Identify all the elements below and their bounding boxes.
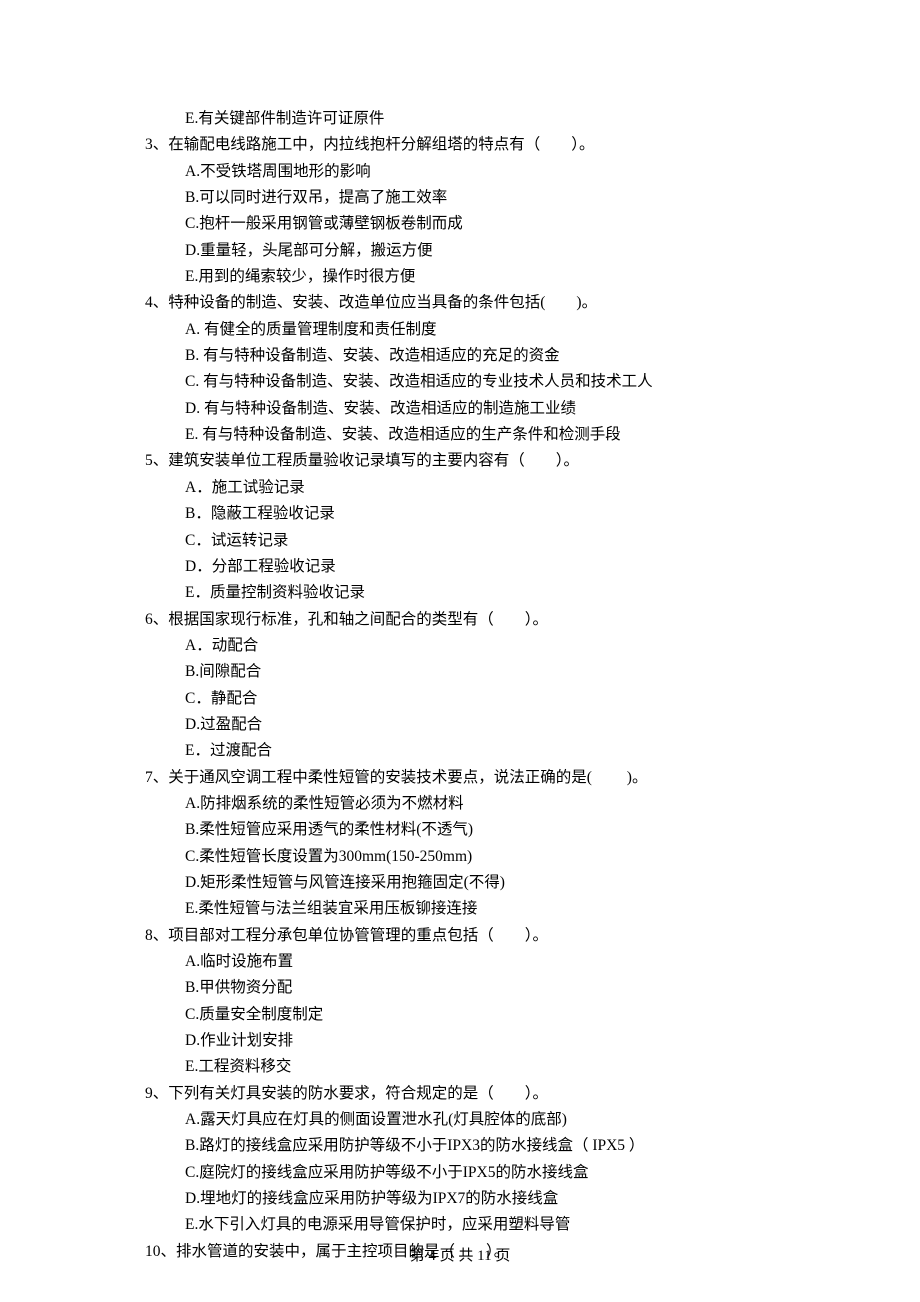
option-line: E．过渡配合 <box>145 738 775 764</box>
page-footer: 第 4 页 共 11 页 <box>0 1244 920 1270</box>
option-line: E.工程资料移交 <box>145 1054 775 1080</box>
document-page: E.有关键部件制造许可证原件3、在输配电线路施工中，内拉线抱杆分解组塔的特点有（… <box>0 0 920 1265</box>
option-line: C.庭院灯的接线盒应采用防护等级不小于IPX5的防水接线盒 <box>145 1160 775 1186</box>
option-line: B. 有与特种设备制造、安装、改造相适应的充足的资金 <box>145 343 775 369</box>
option-line: C.质量安全制度制定 <box>145 1002 775 1028</box>
question-line: 6、根据国家现行标准，孔和轴之间配合的类型有（ ）。 <box>145 607 775 633</box>
option-line: A.临时设施布置 <box>145 949 775 975</box>
option-line: D.过盈配合 <box>145 712 775 738</box>
question-line: 3、在输配电线路施工中，内拉线抱杆分解组塔的特点有（ ）。 <box>145 132 775 158</box>
option-line: A.露天灯具应在灯具的侧面设置泄水孔(灯具腔体的底部) <box>145 1107 775 1133</box>
option-line: A．动配合 <box>145 633 775 659</box>
option-line: B.间隙配合 <box>145 659 775 685</box>
option-line: E．质量控制资料验收记录 <box>145 580 775 606</box>
option-line: A.不受铁塔周围地形的影响 <box>145 159 775 185</box>
question-line: 8、项目部对工程分承包单位协管管理的重点包括（ ）。 <box>145 923 775 949</box>
option-line: C. 有与特种设备制造、安装、改造相适应的专业技术人员和技术工人 <box>145 369 775 395</box>
option-line: D.埋地灯的接线盒应采用防护等级为IPX7的防水接线盒 <box>145 1186 775 1212</box>
option-line: D．分部工程验收记录 <box>145 554 775 580</box>
question-line: 4、特种设备的制造、安装、改造单位应当具备的条件包括( )。 <box>145 290 775 316</box>
option-line: E.柔性短管与法兰组装宜采用压板铆接连接 <box>145 896 775 922</box>
option-line: C.柔性短管长度设置为300mm(150-250mm) <box>145 844 775 870</box>
option-line: D. 有与特种设备制造、安装、改造相适应的制造施工业绩 <box>145 396 775 422</box>
option-line: D.矩形柔性短管与风管连接采用抱箍固定(不得) <box>145 870 775 896</box>
option-line: C．静配合 <box>145 686 775 712</box>
option-line: B．隐蔽工程验收记录 <box>145 501 775 527</box>
option-line: B.柔性短管应采用透气的柔性材料(不透气) <box>145 817 775 843</box>
content-area: E.有关键部件制造许可证原件3、在输配电线路施工中，内拉线抱杆分解组塔的特点有（… <box>145 106 775 1265</box>
question-line: 7、关于通风空调工程中柔性短管的安装技术要点，说法正确的是( )。 <box>145 765 775 791</box>
option-line: E. 有与特种设备制造、安装、改造相适应的生产条件和检测手段 <box>145 422 775 448</box>
option-line: A. 有健全的质量管理制度和责任制度 <box>145 317 775 343</box>
option-line: B.路灯的接线盒应采用防护等级不小于IPX3的防水接线盒（ IPX5 ） <box>145 1133 775 1159</box>
option-line: A.防排烟系统的柔性短管必须为不燃材料 <box>145 791 775 817</box>
option-line: D.作业计划安排 <box>145 1028 775 1054</box>
question-line: 5、建筑安装单位工程质量验收记录填写的主要内容有（ ）。 <box>145 448 775 474</box>
option-line: E.有关键部件制造许可证原件 <box>145 106 775 132</box>
option-line: E.用到的绳索较少，操作时很方便 <box>145 264 775 290</box>
option-line: C．试运转记录 <box>145 528 775 554</box>
option-line: A．施工试验记录 <box>145 475 775 501</box>
option-line: B.甲供物资分配 <box>145 975 775 1001</box>
option-line: B.可以同时进行双吊，提高了施工效率 <box>145 185 775 211</box>
option-line: C.抱杆一般采用钢管或薄壁钢板卷制而成 <box>145 211 775 237</box>
question-line: 9、下列有关灯具安装的防水要求，符合规定的是（ ）。 <box>145 1081 775 1107</box>
option-line: E.水下引入灯具的电源采用导管保护时，应采用塑料导管 <box>145 1212 775 1238</box>
option-line: D.重量轻，头尾部可分解，搬运方便 <box>145 238 775 264</box>
